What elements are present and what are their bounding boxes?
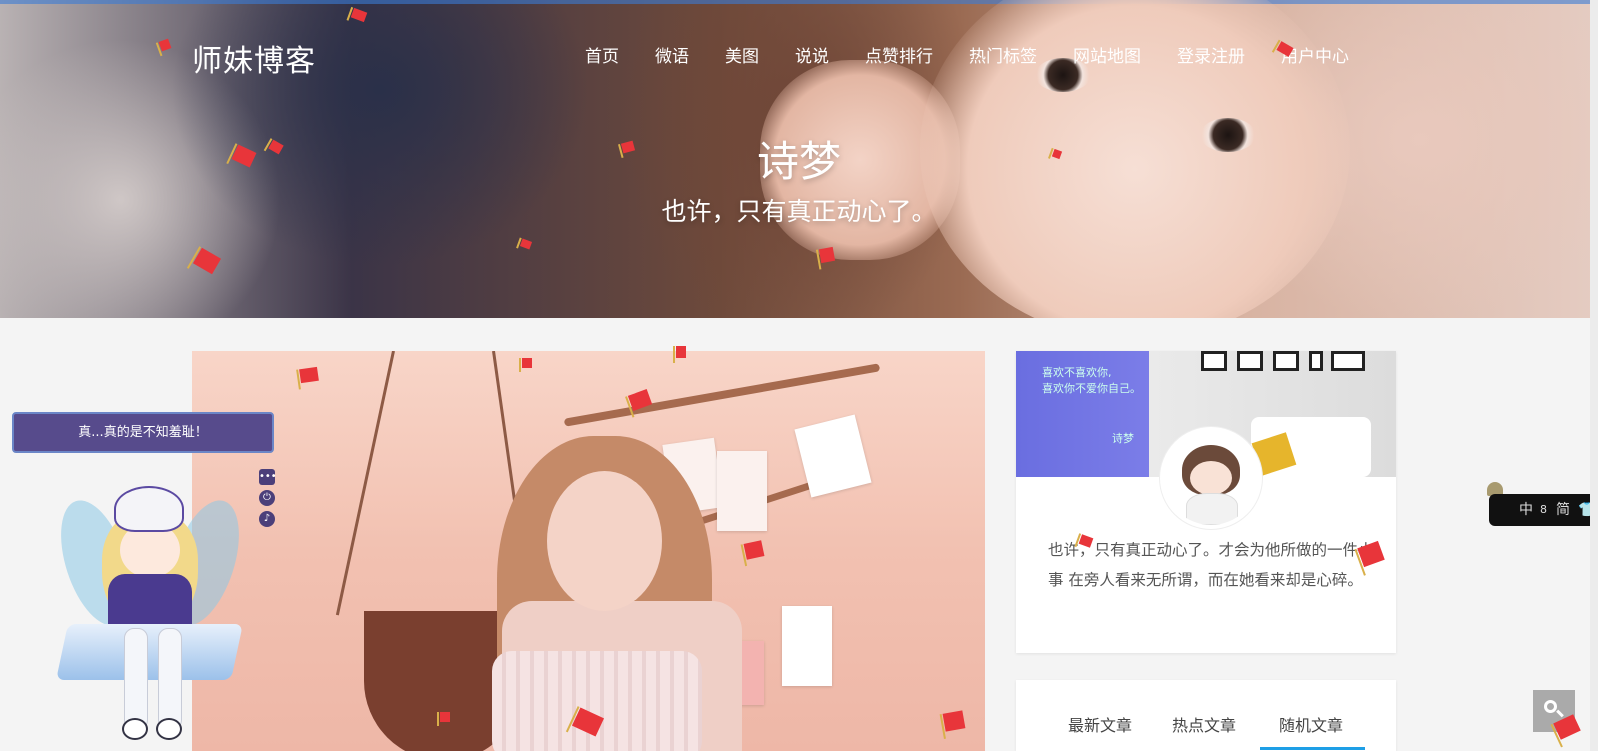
banner-text: 喜欢不喜欢你, 喜欢你不爱你自己。 诗梦 bbox=[1042, 365, 1141, 447]
image-card bbox=[782, 606, 832, 686]
hero-subtitle: 也许，只有真正动心了。 bbox=[661, 197, 937, 226]
flag-icon bbox=[942, 710, 966, 732]
mascot-leg bbox=[124, 628, 148, 730]
nav-item-hot-tags[interactable]: 热门标签 bbox=[969, 42, 1037, 67]
mascot-character[interactable] bbox=[47, 478, 253, 743]
flag-icon bbox=[437, 712, 450, 726]
nav-item-home[interactable]: 首页 bbox=[585, 42, 619, 67]
profile-card: 喜欢不喜欢你, 喜欢你不爱你自己。 诗梦 也许，只有真正动心了。才会为他所做的一… bbox=[1016, 351, 1396, 653]
flag-icon bbox=[818, 246, 836, 264]
flag-icon bbox=[299, 366, 319, 384]
mascot-shoe bbox=[122, 718, 148, 740]
site-logo[interactable]: 师妹博客 bbox=[192, 36, 316, 80]
banner-frame bbox=[1331, 351, 1365, 371]
banner-frame bbox=[1309, 351, 1323, 371]
image-girl-face bbox=[547, 471, 662, 611]
music-icon[interactable]: ♪ bbox=[259, 511, 275, 527]
banner-text-line: 喜欢你不爱你自己。 bbox=[1042, 382, 1141, 395]
banner-frame bbox=[1273, 351, 1299, 371]
banner-frame bbox=[1201, 351, 1227, 371]
top-loading-line bbox=[0, 0, 1598, 4]
tab-random-articles[interactable]: 随机文章 bbox=[1279, 712, 1343, 736]
flag-icon bbox=[519, 358, 532, 372]
power-icon[interactable]: ⏻ bbox=[259, 490, 275, 506]
mascot-hat bbox=[114, 486, 184, 532]
nav-item-user-center[interactable]: 用户中心 bbox=[1281, 42, 1349, 67]
banner-frames bbox=[1201, 351, 1381, 371]
image-branch bbox=[563, 363, 881, 427]
mascot-tools: ••• ⏻ ♪ bbox=[259, 469, 277, 532]
nav-item-shuoshuo[interactable]: 说说 bbox=[795, 42, 829, 67]
mascot-leg bbox=[158, 628, 182, 730]
avatar-body bbox=[1186, 493, 1238, 525]
nav-item-sitemap[interactable]: 网站地图 bbox=[1073, 42, 1141, 67]
nav-item-login-register[interactable]: 登录注册 bbox=[1177, 42, 1245, 67]
avatar-face bbox=[1190, 461, 1232, 495]
image-card bbox=[717, 451, 767, 531]
banner-text-line: 诗梦 bbox=[1112, 432, 1134, 445]
image-bag-strap bbox=[335, 351, 395, 616]
scrollbar[interactable] bbox=[1590, 0, 1598, 751]
nav-item-weiyu[interactable]: 微语 bbox=[655, 42, 689, 67]
nav-item-likes-ranking[interactable]: 点赞排行 bbox=[865, 42, 933, 67]
profile-bio: 也许，只有真正动心了。才会为他所做的一件小事 在旁人看来无所谓，而在她看来却是心… bbox=[1048, 541, 1374, 589]
banner-text-line: 喜欢不喜欢你, bbox=[1042, 366, 1112, 379]
image-pillow bbox=[492, 651, 702, 751]
avatar[interactable] bbox=[1160, 427, 1262, 529]
article-tabs: 最新文章 热点文章 随机文章 bbox=[1016, 680, 1396, 751]
tab-hot-articles[interactable]: 热点文章 bbox=[1172, 712, 1236, 736]
lang-zh[interactable]: 中 bbox=[1519, 494, 1533, 526]
mascot-speech-bubble: 真...真的是不知羞耻！ bbox=[12, 412, 274, 453]
tab-latest-articles[interactable]: 最新文章 bbox=[1068, 712, 1132, 736]
mascot-book bbox=[56, 624, 243, 680]
banner-frame bbox=[1237, 351, 1263, 371]
chat-icon[interactable]: ••• bbox=[259, 469, 277, 485]
nav-item-gallery[interactable]: 美图 bbox=[725, 42, 759, 67]
lang-simplified[interactable]: 简 bbox=[1556, 494, 1570, 526]
flag-icon bbox=[673, 346, 686, 363]
mascot-shoe bbox=[156, 718, 182, 740]
language-switcher[interactable]: 中 8 简 👕 bbox=[1489, 494, 1598, 526]
main-nav: 首页 微语 美图 说说 点赞排行 热门标签 网站地图 登录注册 用户中心 bbox=[585, 42, 1385, 67]
tab-active-underline bbox=[1260, 747, 1365, 750]
separator-icon: 8 bbox=[1540, 503, 1547, 516]
featured-post-image[interactable] bbox=[192, 351, 985, 751]
